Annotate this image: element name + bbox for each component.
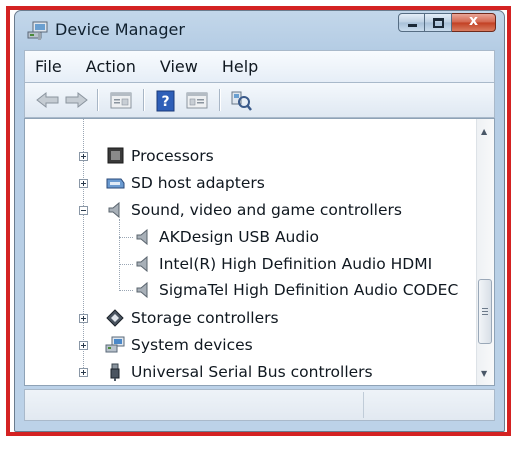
grip-line xyxy=(482,308,488,309)
window-controls: x xyxy=(398,13,496,35)
help-glyph: ? xyxy=(161,94,169,110)
storage-icon xyxy=(106,309,124,327)
speaker-icon xyxy=(136,281,148,299)
plus-icon-stem xyxy=(83,343,84,348)
status-pane-divider xyxy=(363,392,364,418)
usb-icon xyxy=(110,363,120,381)
toolbar: ? xyxy=(24,82,495,118)
scroll-down-arrow-icon[interactable]: ▼ xyxy=(481,369,487,378)
help-icon[interactable]: ? xyxy=(155,90,177,112)
tree-item-akdesign-usb-audio[interactable]: AKDesign USB Audio xyxy=(133,224,319,250)
tree-item-processors[interactable]: Processors xyxy=(105,143,214,169)
back-arrow-icon[interactable] xyxy=(35,90,61,110)
status-bar xyxy=(24,389,495,421)
tree-connector xyxy=(119,237,133,238)
expand-toggle[interactable] xyxy=(79,368,88,377)
tree-item-label: Sound, video and game controllers xyxy=(131,201,402,219)
minimize-button[interactable] xyxy=(398,13,425,32)
close-icon: x xyxy=(468,13,479,29)
speaker-icon xyxy=(108,201,120,219)
tree-item-sigmatel-hd-audio-codec[interactable]: SigmaTel High Definition Audio CODEC xyxy=(133,277,458,303)
scan-hardware-icon[interactable] xyxy=(229,90,253,112)
speaker-icon xyxy=(136,228,148,246)
menu-help[interactable]: Help xyxy=(222,57,258,76)
device-manager-window: Device Manager x File Action View Help ?… xyxy=(14,10,505,432)
scroll-up-arrow-icon[interactable]: ▲ xyxy=(481,127,487,136)
processor-icon xyxy=(107,147,124,164)
system-icon xyxy=(105,336,125,353)
close-button[interactable]: x xyxy=(452,13,496,32)
sd-card-icon xyxy=(106,178,125,189)
collapse-toggle[interactable] xyxy=(79,206,88,215)
tree-item-label: SigmaTel High Definition Audio CODEC xyxy=(159,281,459,299)
window-title: Device Manager xyxy=(55,20,185,39)
menu-view[interactable]: View xyxy=(160,57,198,76)
menu-file[interactable]: File xyxy=(35,57,62,76)
view-icon[interactable] xyxy=(185,90,209,110)
plus-icon-stem xyxy=(83,316,84,321)
expand-toggle[interactable] xyxy=(79,179,88,188)
maximize-icon xyxy=(433,18,444,28)
vertical-scrollbar[interactable]: ▲ ▼ xyxy=(476,119,494,385)
properties-icon[interactable] xyxy=(109,90,133,110)
tree-item-label: Processors xyxy=(131,147,214,165)
expand-toggle[interactable] xyxy=(79,341,88,350)
grip-line xyxy=(482,311,488,312)
grip-line xyxy=(482,314,488,315)
tree-item-sd-host-adapters[interactable]: SD host adapters xyxy=(105,170,265,196)
tree-item-sound-video-game[interactable]: Sound, video and game controllers xyxy=(105,197,402,223)
tree-item-label: SD host adapters xyxy=(131,174,265,192)
tree-item-label: Universal Serial Bus controllers xyxy=(131,363,373,381)
expand-toggle[interactable] xyxy=(79,152,88,161)
menu-action[interactable]: Action xyxy=(86,57,136,76)
toolbar-separator xyxy=(97,89,99,111)
minimize-icon xyxy=(408,24,417,27)
tree-item-usb-controllers[interactable]: Universal Serial Bus controllers xyxy=(105,359,373,385)
tree-item-label: AKDesign USB Audio xyxy=(159,228,320,246)
title-bar[interactable]: Device Manager x xyxy=(15,11,504,49)
forward-arrow-icon[interactable] xyxy=(63,90,89,110)
plus-icon-stem xyxy=(83,181,84,186)
minus-icon xyxy=(81,210,86,211)
scroll-thumb[interactable] xyxy=(478,279,492,344)
speaker-icon xyxy=(136,255,148,273)
expand-toggle[interactable] xyxy=(79,314,88,323)
maximize-button[interactable] xyxy=(425,13,452,32)
tree-connector xyxy=(119,290,133,291)
tree-item-label: Storage controllers xyxy=(131,309,279,327)
tree-item-label: Intel(R) High Definition Audio HDMI xyxy=(159,255,433,273)
toolbar-separator xyxy=(143,89,145,111)
menu-bar: File Action View Help xyxy=(24,50,495,82)
tree-item-system-devices[interactable]: System devices xyxy=(105,332,253,358)
tree-item-storage-controllers[interactable]: Storage controllers xyxy=(105,305,279,331)
tree-connector xyxy=(119,219,120,289)
plus-icon-stem xyxy=(83,154,84,159)
tree-item-intel-hd-audio-hdmi[interactable]: Intel(R) High Definition Audio HDMI xyxy=(133,251,432,277)
plus-icon-stem xyxy=(83,370,84,375)
computer-icon xyxy=(27,21,48,40)
tree-connector xyxy=(119,264,133,265)
toolbar-separator xyxy=(219,89,221,111)
device-tree[interactable]: Processors SD host adapters Sound, video… xyxy=(24,118,495,386)
tree-item-label: System devices xyxy=(131,336,253,354)
